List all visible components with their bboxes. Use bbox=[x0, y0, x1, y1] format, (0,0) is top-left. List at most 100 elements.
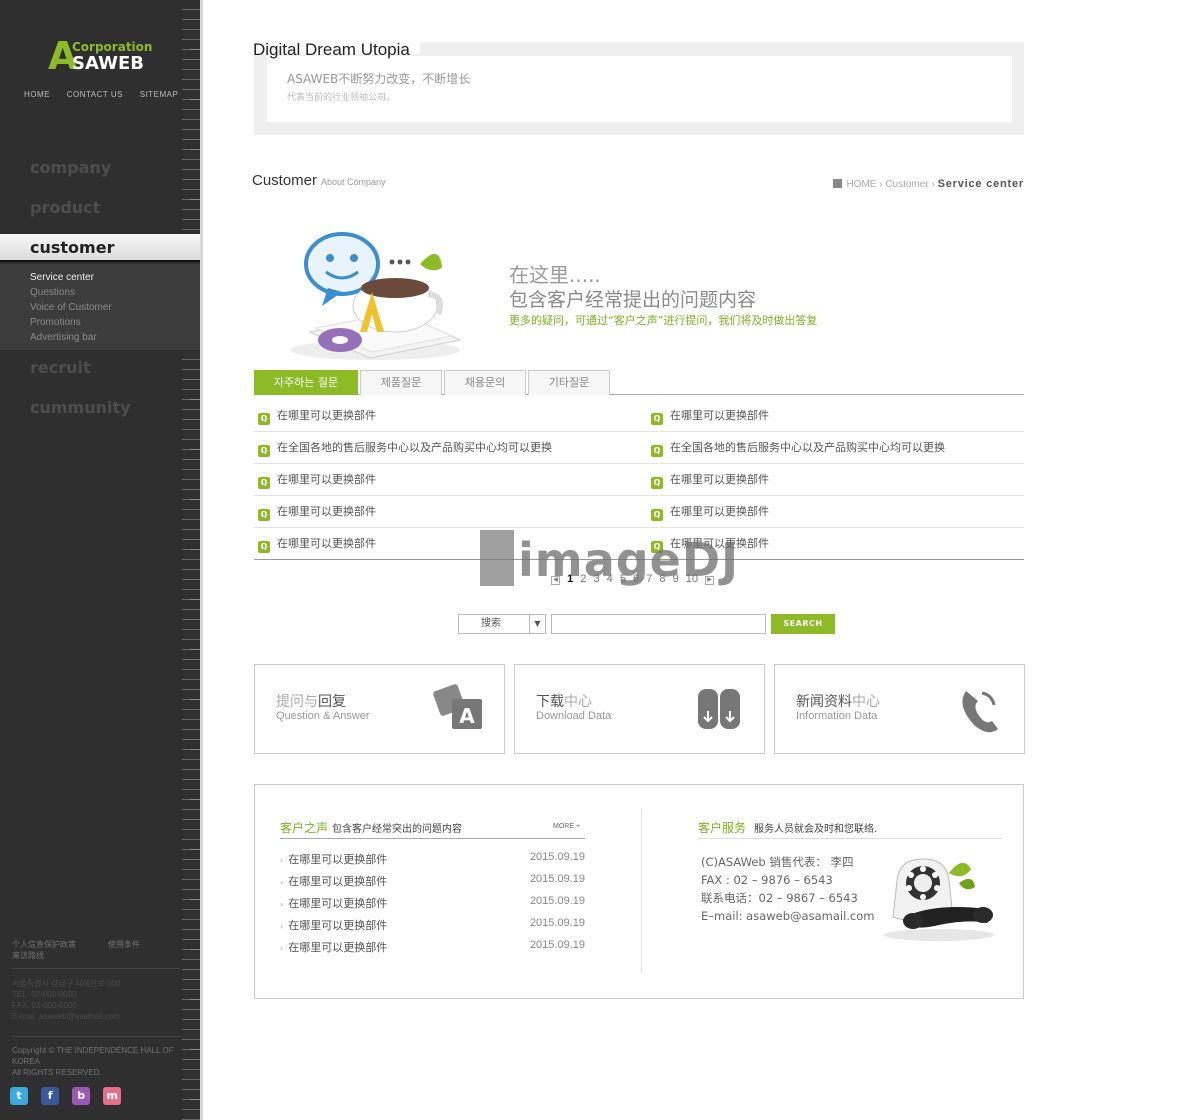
card-download[interactable]: 下载中心 Download Data bbox=[514, 664, 765, 754]
nav-sitemap-link[interactable]: SITEMAP bbox=[140, 90, 179, 99]
list-item[interactable]: › 在哪里可以更换部件 2015.09.19 bbox=[280, 939, 585, 961]
watermark-box-icon bbox=[480, 530, 514, 586]
service-heading: 客户服务 服务人员就会及时和您联络. bbox=[698, 819, 877, 836]
watermark: imageDJ bbox=[480, 530, 739, 587]
breadcrumb: HOME › Customer › Service center bbox=[833, 178, 1024, 190]
qna-icon: A bbox=[433, 684, 482, 729]
intro-line-2: 代表当前的行业领袖公司。 bbox=[287, 93, 396, 103]
voice-desc: 包含客户经常突出的问题内容 bbox=[332, 824, 463, 835]
faq-item[interactable]: Q 在哪里可以更换部件 bbox=[258, 496, 376, 528]
footer-policy-links[interactable]: 个人信息保护政策 使用条件 bbox=[12, 939, 140, 950]
q-icon: Q bbox=[651, 413, 663, 425]
service-info: (C)ASAWeb 销售代表： 李四 FAX : 02 – 9876 – 654… bbox=[701, 853, 875, 925]
submenu-item-voice-of-customer[interactable]: Voice of Customer bbox=[30, 300, 200, 315]
card-title-strong: 下载 bbox=[536, 694, 564, 710]
card-information[interactable]: 新闻资料中心 Information Data bbox=[774, 664, 1025, 754]
menu-item-cummunity[interactable]: cummunity bbox=[0, 398, 200, 417]
faq-item[interactable]: Q 在哪里可以更换部件 bbox=[258, 400, 376, 432]
submenu-item-promotions[interactable]: Promotions bbox=[30, 315, 200, 330]
q-icon: Q bbox=[258, 509, 270, 521]
footer-directions-link[interactable]: 来访路线 bbox=[12, 950, 140, 961]
faq-item[interactable]: Q 在哪里可以更换部件 bbox=[258, 464, 376, 496]
card-title-strong: 回复 bbox=[318, 694, 346, 710]
logo-corporation: Corporation bbox=[72, 40, 153, 54]
card-title-light: 中心 bbox=[564, 694, 592, 710]
footer-email: E-mail. asaweb@asamail.com bbox=[12, 1012, 120, 1021]
submenu-item-questions[interactable]: Questions bbox=[30, 285, 200, 300]
chevron-down-icon: ▼ bbox=[529, 615, 545, 633]
search-input[interactable] bbox=[551, 614, 766, 634]
faq-item[interactable]: Q 在哪里可以更换部件 bbox=[258, 528, 376, 560]
voice-heading: 客户之声 包含客户经常突出的问题内容 bbox=[280, 819, 462, 836]
bullet-icon: › bbox=[280, 900, 284, 909]
list-item[interactable]: › 在哪里可以更换部件 2015.09.19 bbox=[280, 851, 585, 873]
social-links: t f b m bbox=[10, 1084, 129, 1105]
panel-divider bbox=[641, 809, 642, 973]
list-item[interactable]: › 在哪里可以更换部件 2015.09.19 bbox=[280, 895, 585, 917]
footer-divider-2 bbox=[12, 1036, 180, 1037]
voice-title: 客户之声 bbox=[280, 821, 329, 835]
faq-question: 在哪里可以更换部件 bbox=[277, 537, 376, 550]
submenu-item-service-center[interactable]: Service center bbox=[30, 270, 200, 285]
top-nav: HOME CONTACT US SITEMAP bbox=[24, 90, 192, 99]
faq-item[interactable]: Q 在哪里可以更换部件 bbox=[651, 464, 769, 496]
faq-item[interactable]: Q 在全国各地的售后服务中心以及产品购买中心均可以更换 bbox=[258, 432, 552, 464]
tab-faq[interactable]: 자주하는 질문 bbox=[254, 370, 358, 395]
home-icon bbox=[833, 179, 843, 188]
hero-line-2: 包含客户经常提出的问题内容 bbox=[509, 289, 757, 311]
search-type-select[interactable]: 搜索 ▼ bbox=[458, 614, 546, 634]
telephone-illustration bbox=[884, 858, 994, 941]
faq-question: 在全国各地的售后服务中心以及产品购买中心均可以更换 bbox=[277, 441, 552, 454]
svg-text:A: A bbox=[459, 704, 475, 728]
list-item-text: 在哪里可以更换部件 bbox=[288, 875, 388, 888]
nav-contact-link[interactable]: CONTACT US bbox=[67, 90, 123, 99]
card-qna[interactable]: 提问与回复 Question & Answer A bbox=[254, 664, 505, 754]
breadcrumb-customer[interactable]: Customer bbox=[885, 179, 928, 190]
list-item[interactable]: › 在哪里可以更换部件 2015.09.19 bbox=[280, 873, 585, 895]
intro-inner: ASAWEB不断努力改变，不断增长 代表当前的行业领袖公司。 bbox=[267, 56, 1012, 122]
facebook-icon[interactable]: f bbox=[41, 1087, 60, 1105]
nav-home-link[interactable]: HOME bbox=[24, 90, 50, 99]
faq-row: Q 在哪里可以更换部件 Q 在哪里可以更换部件 bbox=[254, 400, 1024, 432]
list-item-date: 2015.09.19 bbox=[529, 917, 585, 929]
submenu-item-advertising-bar[interactable]: Advertising bar bbox=[30, 330, 200, 345]
footer-copyright: Copyright © THE INDEPENDENCE HALL OF KOR… bbox=[12, 1045, 200, 1078]
tab-product-question[interactable]: 제품질문 bbox=[360, 370, 442, 395]
faq-row: Q 在哪里可以更换部件 Q 在哪里可以更换部件 bbox=[254, 496, 1024, 528]
blog-icon[interactable]: b bbox=[72, 1087, 91, 1105]
intro-line-1: ASAWEB不断努力改变，不断增长 bbox=[287, 72, 471, 86]
faq-row: Q 在全国各地的售后服务中心以及产品购买中心均可以更换 Q 在全国各地的售后服务中心… bbox=[254, 432, 1024, 464]
tab-recruit-question[interactable]: 채용문의 bbox=[444, 370, 526, 395]
list-item-text: 在哪里可以更换部件 bbox=[288, 941, 388, 954]
q-icon: Q bbox=[651, 477, 663, 489]
logo[interactable]: A Corporation SAWEB bbox=[48, 36, 158, 76]
list-item[interactable]: › 在哪里可以更换部件 2015.09.19 bbox=[280, 917, 585, 939]
faq-item[interactable]: Q 在哪里可以更换部件 bbox=[651, 400, 769, 432]
more-link[interactable]: MORE + bbox=[553, 823, 580, 830]
menu-item-company[interactable]: company bbox=[0, 158, 200, 177]
tab-other-question[interactable]: 기타질문 bbox=[528, 370, 610, 395]
copyright-line-1: Copyright © THE INDEPENDENCE HALL OF KOR… bbox=[12, 1046, 174, 1066]
faq-question: 在哪里可以更换部件 bbox=[277, 505, 376, 518]
faq-item[interactable]: Q 在全国各地的售后服务中心以及产品购买中心均可以更换 bbox=[651, 432, 945, 464]
menu-item-product[interactable]: product bbox=[0, 198, 200, 217]
search-button[interactable]: SEARCH bbox=[771, 614, 835, 634]
menu-item-recruit[interactable]: recruit bbox=[0, 358, 200, 377]
faq-question: 在全国各地的售后服务中心以及产品购买中心均可以更换 bbox=[670, 441, 945, 454]
faq-item[interactable]: Q 在哪里可以更换部件 bbox=[651, 496, 769, 528]
list-item-date: 2015.09.19 bbox=[529, 939, 585, 951]
breadcrumb-home[interactable]: HOME bbox=[846, 179, 876, 190]
section-subtitle: About Company bbox=[321, 177, 386, 187]
footer-address: 서울특별시 강남구 테헤란로 000 bbox=[12, 979, 121, 988]
service-underline bbox=[698, 838, 1002, 839]
customer-submenu: Service center Questions Voice of Custom… bbox=[0, 264, 200, 350]
download-icon bbox=[698, 689, 740, 729]
list-item-date: 2015.09.19 bbox=[529, 895, 585, 907]
twitter-icon[interactable]: t bbox=[10, 1087, 28, 1105]
customer-service-illustration bbox=[290, 232, 462, 360]
footer-fax: FAX. 02-000-0000 bbox=[12, 1001, 77, 1010]
q-icon: Q bbox=[258, 541, 270, 553]
me2day-icon[interactable]: m bbox=[103, 1087, 122, 1105]
menu-item-customer[interactable]: customer bbox=[0, 234, 200, 262]
service-fax: FAX : 02 – 9876 – 6543 bbox=[701, 873, 833, 887]
